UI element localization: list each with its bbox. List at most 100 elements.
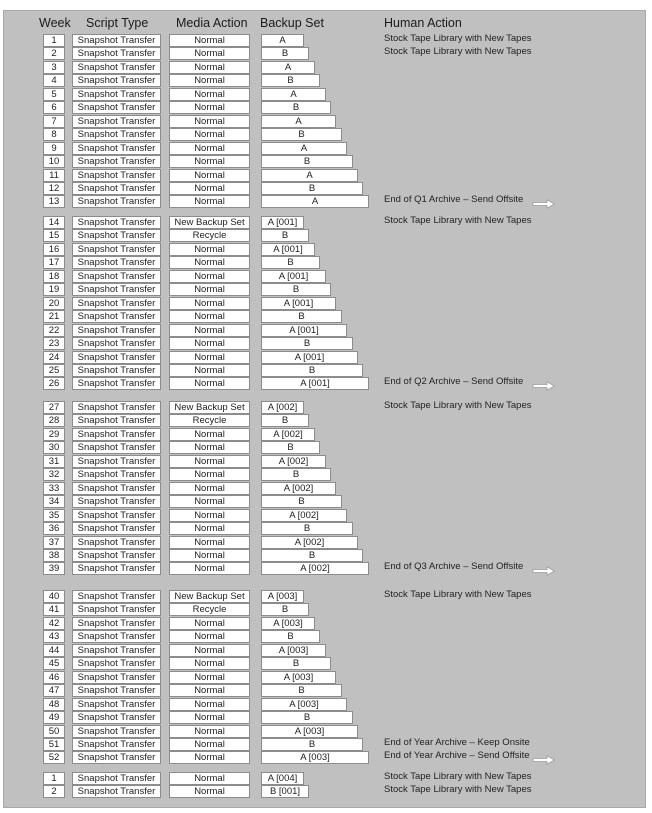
media-action-cell: Normal xyxy=(169,657,250,670)
backup-set-cell: B xyxy=(261,128,342,141)
backup-set-cell: A [001] xyxy=(261,351,358,364)
week-cell: 1 xyxy=(43,34,65,47)
script-type-cell: Snapshot Transfer xyxy=(72,115,161,128)
week-cell: 32 xyxy=(43,468,65,481)
script-type-cell: Snapshot Transfer xyxy=(72,256,161,269)
backup-set-cell: B xyxy=(261,414,309,427)
script-type-cell: Snapshot Transfer xyxy=(72,195,161,208)
script-type-cell: Snapshot Transfer xyxy=(72,751,161,764)
backup-set-cell: B xyxy=(261,522,353,535)
media-action-cell: Normal xyxy=(169,155,250,168)
week-cell: 34 xyxy=(43,495,65,508)
media-action-cell: New Backup Set xyxy=(169,590,250,603)
media-action-cell: Normal xyxy=(169,34,250,47)
backup-set-cell: A [003] xyxy=(261,725,358,738)
media-action-cell: Normal xyxy=(169,142,250,155)
media-action-cell: Normal xyxy=(169,101,250,114)
human-action-text: Stock Tape Library with New Tapes xyxy=(384,46,532,57)
backup-set-cell: B xyxy=(261,310,342,323)
backup-set-cell: A [001] xyxy=(261,243,315,256)
script-type-cell: Snapshot Transfer xyxy=(72,47,161,60)
media-action-cell: Normal xyxy=(169,617,250,630)
week-cell: 13 xyxy=(43,195,65,208)
human-action-text: Stock Tape Library with New Tapes xyxy=(384,215,532,226)
media-action-cell: Normal xyxy=(169,169,250,182)
week-cell: 23 xyxy=(43,337,65,350)
script-type-cell: Snapshot Transfer xyxy=(72,310,161,323)
script-type-cell: Snapshot Transfer xyxy=(72,549,161,562)
header-week: Week xyxy=(39,16,71,30)
media-action-cell: Normal xyxy=(169,195,250,208)
backup-set-cell: B xyxy=(261,549,363,562)
media-action-cell: Normal xyxy=(169,74,250,87)
human-action-text: End of Q2 Archive – Send Offsite xyxy=(384,376,524,387)
backup-set-cell: B xyxy=(261,441,320,454)
script-type-cell: Snapshot Transfer xyxy=(72,88,161,101)
media-action-cell: Normal xyxy=(169,428,250,441)
backup-set-cell: A [001] xyxy=(261,324,347,337)
week-cell: 22 xyxy=(43,324,65,337)
media-action-cell: Normal xyxy=(169,337,250,350)
week-cell: 41 xyxy=(43,603,65,616)
week-cell: 24 xyxy=(43,351,65,364)
script-type-cell: Snapshot Transfer xyxy=(72,657,161,670)
backup-set-cell: B xyxy=(261,229,309,242)
script-type-cell: Snapshot Transfer xyxy=(72,243,161,256)
media-action-cell: Recycle xyxy=(169,229,250,242)
human-action-text: Stock Tape Library with New Tapes xyxy=(384,784,532,795)
backup-set-cell: A xyxy=(261,61,315,74)
human-action-text: Stock Tape Library with New Tapes xyxy=(384,400,532,411)
week-cell: 39 xyxy=(43,562,65,575)
backup-set-cell: A xyxy=(261,169,358,182)
backup-set-cell: A [002] xyxy=(261,509,347,522)
media-action-cell: Normal xyxy=(169,509,250,522)
script-type-cell: Snapshot Transfer xyxy=(72,182,161,195)
media-action-cell: Normal xyxy=(169,495,250,508)
week-cell: 9 xyxy=(43,142,65,155)
backup-set-cell: B xyxy=(261,101,331,114)
backup-set-cell: A [001] xyxy=(261,270,326,283)
week-cell: 27 xyxy=(43,401,65,414)
week-cell: 50 xyxy=(43,725,65,738)
script-type-cell: Snapshot Transfer xyxy=(72,229,161,242)
backup-set-cell: A xyxy=(261,34,304,47)
script-type-cell: Snapshot Transfer xyxy=(72,562,161,575)
week-cell: 4 xyxy=(43,74,65,87)
backup-set-cell: A [001] xyxy=(261,297,336,310)
media-action-cell: Normal xyxy=(169,243,250,256)
media-action-cell: New Backup Set xyxy=(169,216,250,229)
script-type-cell: Snapshot Transfer xyxy=(72,128,161,141)
script-type-cell: Snapshot Transfer xyxy=(72,401,161,414)
media-action-cell: Recycle xyxy=(169,414,250,427)
media-action-cell: Normal xyxy=(169,725,250,738)
media-action-cell: Recycle xyxy=(169,603,250,616)
media-action-cell: Normal xyxy=(169,772,250,785)
backup-set-cell: A xyxy=(261,115,336,128)
week-cell: 16 xyxy=(43,243,65,256)
media-action-cell: Normal xyxy=(169,536,250,549)
media-action-cell: Normal xyxy=(169,88,250,101)
week-cell: 45 xyxy=(43,657,65,670)
media-action-cell: Normal xyxy=(169,324,250,337)
backup-set-cell: A [002] xyxy=(261,455,326,468)
script-type-cell: Snapshot Transfer xyxy=(72,61,161,74)
week-cell: 20 xyxy=(43,297,65,310)
backup-set-cell: B xyxy=(261,738,363,751)
backup-set-cell: A [003] xyxy=(261,671,336,684)
backup-set-cell: B xyxy=(261,337,353,350)
backup-set-cell: A [004] xyxy=(261,772,304,785)
backup-set-cell: A [003] xyxy=(261,751,369,764)
script-type-cell: Snapshot Transfer xyxy=(72,522,161,535)
script-type-cell: Snapshot Transfer xyxy=(72,468,161,481)
backup-set-cell: B xyxy=(261,468,331,481)
week-cell: 18 xyxy=(43,270,65,283)
backup-set-cell: A [002] xyxy=(261,562,369,575)
media-action-cell: Normal xyxy=(169,351,250,364)
media-action-cell: Normal xyxy=(169,738,250,751)
script-type-cell: Snapshot Transfer xyxy=(72,495,161,508)
media-action-cell: Normal xyxy=(169,751,250,764)
media-action-cell: Normal xyxy=(169,455,250,468)
script-type-cell: Snapshot Transfer xyxy=(72,617,161,630)
script-type-cell: Snapshot Transfer xyxy=(72,711,161,724)
backup-set-cell: B xyxy=(261,74,320,87)
